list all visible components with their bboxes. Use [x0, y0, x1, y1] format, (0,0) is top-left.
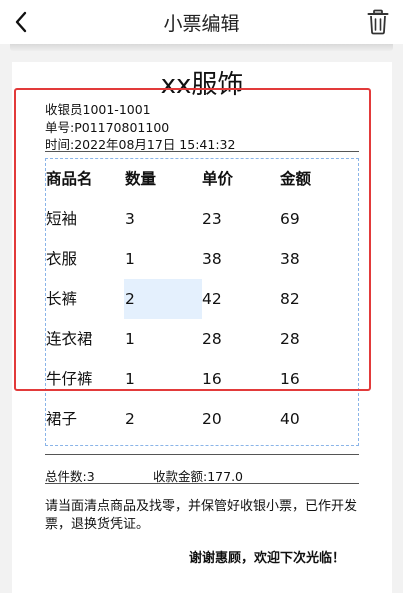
column-header-amount: 金额: [280, 170, 312, 188]
divider: [45, 454, 359, 455]
item-name[interactable]: 衣服: [46, 239, 124, 279]
item-qty[interactable]: 1: [124, 359, 202, 399]
item-amount[interactable]: 69: [280, 199, 358, 239]
table-row[interactable]: 短袖 3 23 69: [46, 199, 358, 239]
thanks-message[interactable]: 谢谢惠顾，欢迎下次光临！: [189, 547, 345, 566]
shop-name[interactable]: xx服饰: [12, 64, 392, 101]
divider: [45, 483, 359, 484]
item-qty[interactable]: 1: [124, 319, 202, 359]
item-price[interactable]: 38: [202, 239, 280, 279]
item-price[interactable]: 28: [202, 319, 280, 359]
receipt-editor-screen: 小票编辑 xx服饰 收银员1001-1001 单号:P01170801100 时…: [0, 0, 403, 593]
item-price[interactable]: 16: [202, 359, 280, 399]
item-qty[interactable]: 1: [124, 239, 202, 279]
item-amount[interactable]: 38: [280, 239, 358, 279]
item-name[interactable]: 牛仔裤: [46, 359, 124, 399]
receipt-notice[interactable]: 请当面清点商品及找零，并保管好收银小票，已作开发票，退换货凭证。: [45, 498, 363, 534]
table-row[interactable]: 连衣裙 1 28 28: [46, 319, 358, 359]
table-row[interactable]: 牛仔裤 1 16 16: [46, 359, 358, 399]
item-name[interactable]: 连衣裙: [46, 319, 124, 359]
item-qty-selected[interactable]: 2: [124, 279, 202, 319]
item-name[interactable]: 长裤: [46, 279, 124, 319]
table-row[interactable]: 长裤 2 42 82: [46, 279, 358, 319]
page-title: 小票编辑: [163, 13, 240, 35]
table-row[interactable]: 裙子 2 20 40: [46, 399, 358, 439]
app-header: 小票编辑: [0, 0, 403, 44]
table-header-row: 商品名 数量 单价 金额: [46, 159, 358, 199]
column-header-name: 商品名: [46, 170, 93, 188]
item-amount[interactable]: 82: [280, 279, 358, 319]
divider: [45, 151, 359, 152]
item-price[interactable]: 23: [202, 199, 280, 239]
header-shadow: [10, 44, 393, 51]
item-qty[interactable]: 2: [124, 399, 202, 439]
receipt-paper: xx服饰 收银员1001-1001 单号:P01170801100 时间:202…: [12, 62, 392, 593]
column-header-qty: 数量: [125, 170, 157, 188]
item-price[interactable]: 20: [202, 399, 280, 439]
delete-button[interactable]: [367, 9, 389, 35]
item-amount[interactable]: 16: [280, 359, 358, 399]
item-amount[interactable]: 28: [280, 319, 358, 359]
table-row[interactable]: 衣服 1 38 38: [46, 239, 358, 279]
item-qty[interactable]: 3: [124, 199, 202, 239]
items-table[interactable]: 商品名 数量 单价 金额 短袖 3 23 69 衣服 1 38 38 长裤 2 …: [45, 158, 359, 446]
cashier-label[interactable]: 收银员1001-1001: [45, 99, 151, 118]
item-amount[interactable]: 40: [280, 399, 358, 439]
item-name[interactable]: 裙子: [46, 399, 124, 439]
trash-icon: [367, 9, 389, 35]
column-header-price: 单价: [202, 170, 234, 188]
item-name[interactable]: 短袖: [46, 199, 124, 239]
item-price[interactable]: 42: [202, 279, 280, 319]
